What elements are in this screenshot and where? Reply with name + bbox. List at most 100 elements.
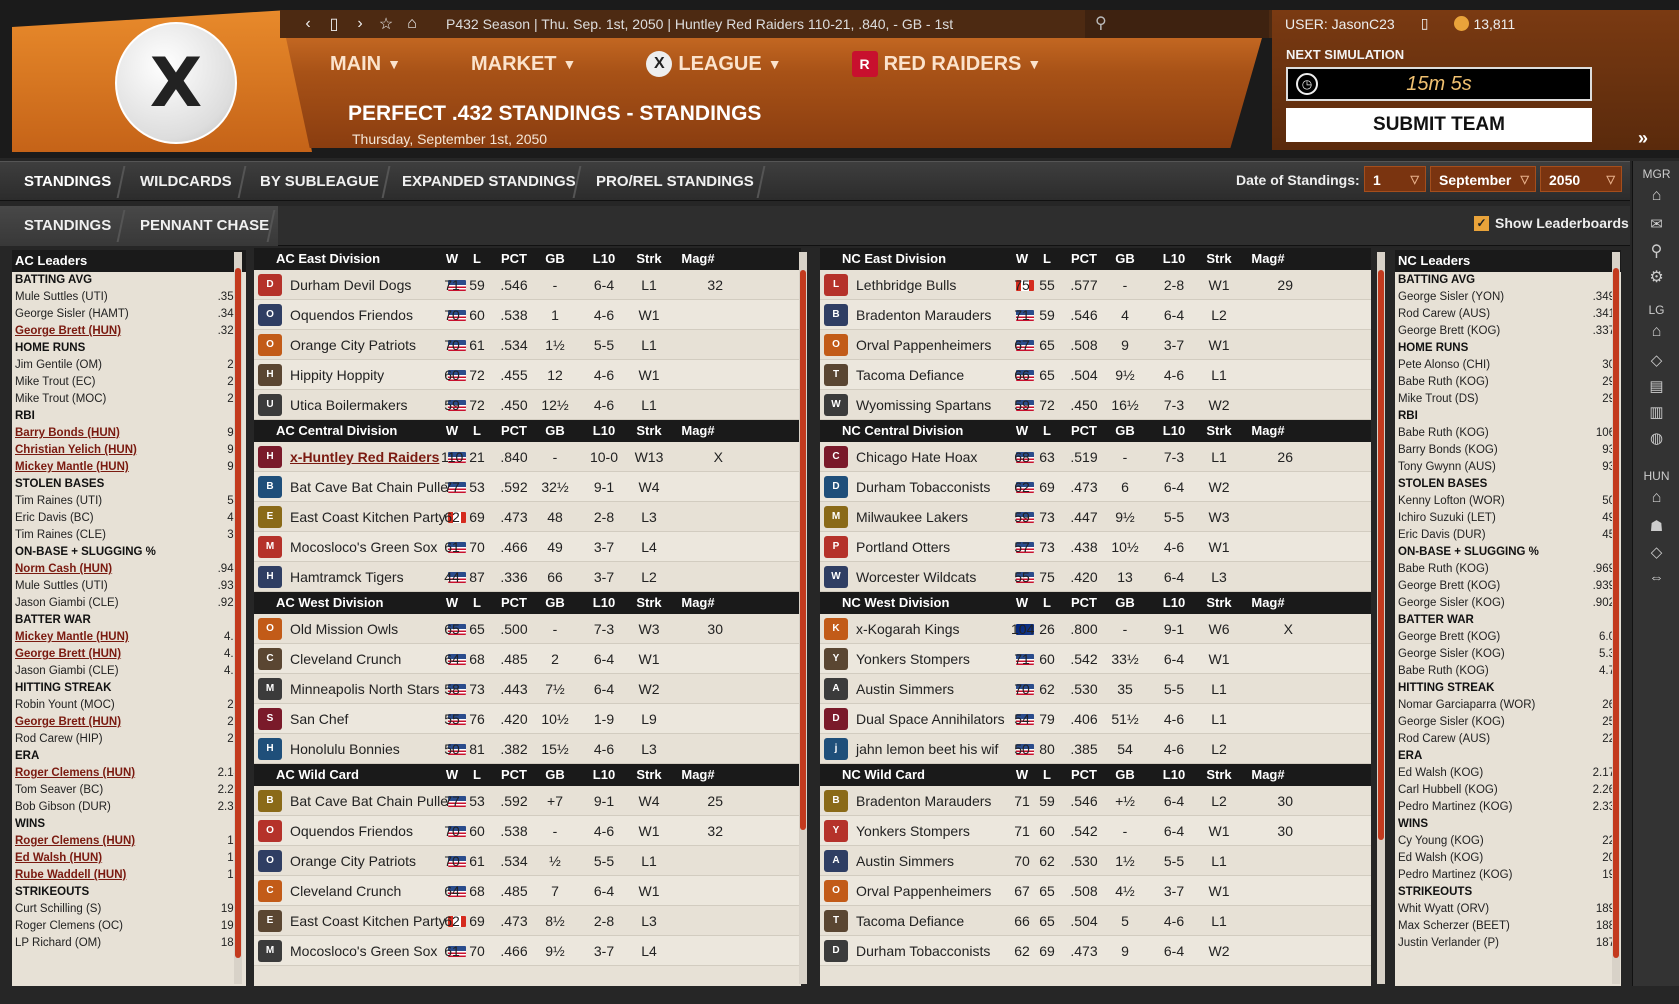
leader-row[interactable]: Roger Clemens (HUN) 2.14 [12, 765, 246, 782]
leader-name[interactable]: Ed Walsh (HUN) [15, 852, 102, 864]
expand-icon[interactable]: » [1638, 128, 1648, 149]
team-name[interactable]: Worcester Wildcats [856, 562, 976, 592]
leader-row[interactable]: Ed Walsh (HUN)19 [12, 850, 246, 867]
team-row[interactable]: O Old Mission Owls 65 65 .500 - 7-3 W3 30 [254, 614, 801, 644]
leader-row[interactable]: George Sisler (KOG) 5.3 [1395, 646, 1621, 663]
nav-main[interactable]: MAIN ▼ [330, 53, 401, 76]
team-row[interactable]: D Durham Tobacconists 62 69 .473 6 6-4 W2 [820, 472, 1371, 502]
team-name[interactable]: Oquendos Friendos [290, 816, 413, 846]
leader-row[interactable]: George Brett (HUN) .329 [12, 323, 246, 340]
leader-row[interactable]: Cy Young (KOG) 22 [1395, 833, 1621, 850]
team-row[interactable]: D Durham Tobacconists 62 69 .473 9 6-4 W2 [820, 936, 1371, 966]
team-name[interactable]: Mocosloco's Green Sox [290, 936, 437, 966]
leader-name[interactable]: Norm Cash (HUN) [15, 563, 112, 575]
leader-name[interactable]: Roger Clemens (HUN) [15, 767, 135, 779]
team-name[interactable]: jahn lemon beet his wif [856, 734, 998, 764]
leader-row[interactable]: Mike Trout (MOC)27 [12, 391, 246, 408]
home-icon[interactable]: ⌂ [404, 15, 420, 33]
team-name[interactable]: Austin Simmers [856, 846, 954, 876]
team-name[interactable]: Durham Tobacconists [856, 472, 990, 502]
team-name[interactable]: Durham Devil Dogs [290, 270, 411, 300]
leader-name[interactable]: Roger Clemens (HUN) [15, 835, 135, 847]
team-name[interactable]: Bradenton Marauders [856, 786, 991, 816]
leader-name[interactable]: Mickey Mantle (HUN) [15, 461, 129, 473]
leader-name[interactable]: Rod Carew (AUS) [1398, 308, 1490, 320]
team-name[interactable]: Orval Pappenheimers [856, 330, 991, 360]
team-row[interactable]: O Oquendos Friendos 70 60 .538 - 4-6 W1 32 [254, 816, 801, 846]
team-row[interactable]: C Cleveland Crunch 64 68 .485 2 6-4 W1 [254, 644, 801, 674]
leader-name[interactable]: Rube Waddell (HUN) [15, 869, 126, 881]
leader-row[interactable]: Mickey Mantle (HUN)90 [12, 459, 246, 476]
leader-name[interactable]: Rod Carew (AUS) [1398, 733, 1490, 745]
leader-name[interactable]: Rod Carew (HIP) [15, 733, 103, 745]
show-leaderboards-toggle[interactable]: ✓ Show Leaderboards [1474, 215, 1629, 231]
leader-name[interactable]: Eric Davis (BC) [15, 512, 94, 524]
leader-name[interactable]: George Brett (HUN) [15, 716, 121, 728]
leader-name[interactable]: Mule Suttles (UTI) [15, 580, 108, 592]
team-name[interactable]: Hamtramck Tigers [290, 562, 404, 592]
ac-leaders-scrollbar[interactable] [234, 252, 242, 984]
team-row[interactable]: A Austin Simmers 70 62 .530 1½ 5-5 L1 [820, 846, 1371, 876]
team-name[interactable]: Utica Boilermakers [290, 390, 407, 420]
team-name[interactable]: Portland Otters [856, 532, 950, 562]
leader-row[interactable]: George Brett (KOG) .939 [1395, 578, 1621, 595]
leader-row[interactable]: George Brett (HUN)21 [12, 714, 246, 731]
team-name[interactable]: Bat Cave Bat Chain Pullers [290, 786, 460, 816]
team-name[interactable]: Orange City Patriots [290, 846, 416, 876]
bookmark-icon[interactable]: ▯ [326, 14, 342, 34]
leader-name[interactable]: Tim Raines (CLE) [15, 529, 106, 541]
leader-name[interactable]: George Brett (HUN) [15, 648, 121, 660]
leader-name[interactable]: George Brett (HUN) [15, 325, 121, 337]
leader-name[interactable]: George Brett (KOG) [1398, 580, 1500, 592]
leader-name[interactable]: Ed Walsh (KOG) [1398, 852, 1483, 864]
tab-wildcards[interactable]: WILDCARDS [128, 162, 244, 202]
home-icon[interactable]: ⌂ [1633, 187, 1679, 205]
team-row[interactable]: M Mocosloco's Green Sox 61 70 .466 9½ 3-7 L4 [254, 936, 801, 966]
team-row[interactable]: Y Yonkers Stompers 71 60 .542 - 6-4 W1 30 [820, 816, 1371, 846]
leader-name[interactable]: George Sisler (HAMT) [15, 308, 129, 320]
leader-row[interactable]: Roger Clemens (HUN)19 [12, 833, 246, 850]
leader-name[interactable]: Babe Ruth (KOG) [1398, 563, 1489, 575]
team-row[interactable]: O Orval Pappenheimers 67 65 .508 4½ 3-7 W1 [820, 876, 1371, 906]
leader-row[interactable]: Ed Walsh (KOG) 2.17 [1395, 765, 1621, 782]
checkbox-icon[interactable]: ✓ [1474, 215, 1489, 231]
leader-name[interactable]: Ichiro Suzuki (LET) [1398, 512, 1496, 524]
leader-name[interactable]: Pedro Martinez (KOG) [1398, 801, 1512, 813]
team-row[interactable]: H Hippity Hoppity 60 72 .455 12 4-6 W1 [254, 360, 801, 390]
leader-name[interactable]: Jason Giambi (CLE) [15, 597, 119, 609]
leader-row[interactable]: Max Scherzer (BEET) 188 [1395, 918, 1621, 935]
leader-row[interactable]: Mike Trout (EC)27 [12, 374, 246, 391]
nc-leaders-scrollbar[interactable] [1612, 252, 1620, 984]
leader-row[interactable]: Pedro Martinez (KOG) 19 [1395, 867, 1621, 884]
leader-row[interactable]: George Sisler (KOG) .902 [1395, 595, 1621, 612]
leader-name[interactable]: Barry Bonds (HUN) [15, 427, 120, 439]
team-row[interactable]: Kx-Kogarah Kings 104 26 .800 - 9-1 W6 X [820, 614, 1371, 644]
team-name[interactable]: Old Mission Owls [290, 614, 398, 644]
leader-row[interactable]: Mule Suttles (UTI) .936 [12, 578, 246, 595]
nc-standings-scrollbar[interactable] [1377, 252, 1385, 984]
leader-name[interactable]: George Sisler (KOG) [1398, 716, 1505, 728]
leader-row[interactable]: LP Richard (OM) 182 [12, 935, 246, 952]
team-row[interactable]: E East Coast Kitchen Party 62 69 .473 8½ 2-8 L3 [254, 906, 801, 936]
team-name[interactable]: Wyomissing Spartans [856, 390, 991, 420]
team-name[interactable]: Honolulu Bonnies [290, 734, 400, 764]
leader-name[interactable]: Curt Schilling (S) [15, 903, 101, 915]
team-row[interactable]: H Hamtramck Tigers 44 87 .336 66 3-7 L2 [254, 562, 801, 592]
team-name[interactable]: Bat Cave Bat Chain Pullers [290, 472, 460, 502]
leader-name[interactable]: George Brett (KOG) [1398, 631, 1500, 643]
year-select[interactable]: 2050 ▽ [1540, 166, 1622, 192]
leader-name[interactable]: George Brett (KOG) [1398, 325, 1500, 337]
leader-name[interactable]: Jason Giambi (CLE) [15, 665, 119, 677]
baseball-icon[interactable]: ◍ [1633, 429, 1679, 447]
team-row[interactable]: P Portland Otters 57 73 .438 10½ 4-6 W1 [820, 532, 1371, 562]
submit-team-button[interactable]: SUBMIT TEAM [1286, 108, 1592, 142]
team-row[interactable]: M Mocosloco's Green Sox 61 70 .466 49 3-7 L4 [254, 532, 801, 562]
leader-name[interactable]: Robin Yount (MOC) [15, 699, 115, 711]
team-row[interactable]: U Utica Boilermakers 59 72 .450 12½ 4-6 L1 [254, 390, 801, 420]
team-row[interactable]: D Dual Space Annihilators 54 79 .406 51½ 4-6 L1 [820, 704, 1371, 734]
transactions-icon[interactable]: ⇔ [1633, 569, 1679, 586]
league-home-icon[interactable]: ⌂ [1633, 323, 1679, 341]
leader-row[interactable]: Babe Ruth (KOG) 106 [1395, 425, 1621, 442]
leader-row[interactable]: Jason Giambi (CLE) .929 [12, 595, 246, 612]
leader-name[interactable]: Whit Wyatt (ORV) [1398, 903, 1489, 915]
